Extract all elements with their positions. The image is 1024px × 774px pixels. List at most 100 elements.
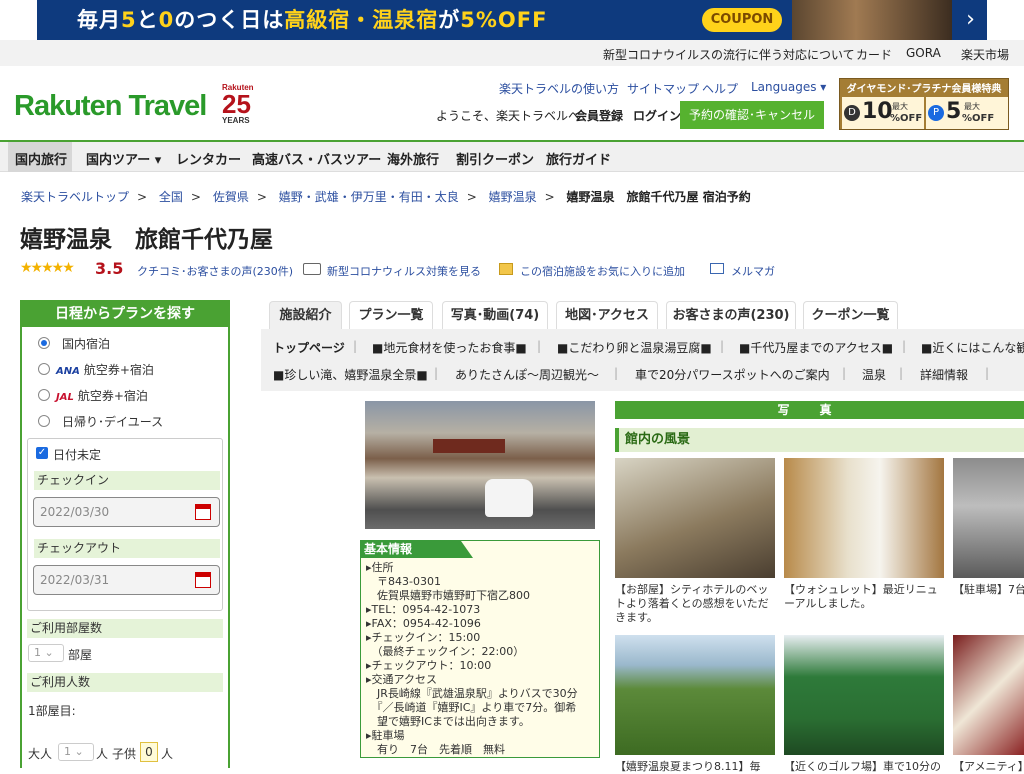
subnav-food[interactable]: ■地元食材を使ったお食事■ [372, 339, 527, 356]
subnav-top[interactable]: トップページ [273, 339, 345, 356]
banner-next-arrow-icon[interactable]: › [954, 0, 987, 40]
jal-logo: JAL [56, 392, 74, 403]
login-link[interactable]: ログイン [633, 107, 681, 124]
radio-ana[interactable] [38, 363, 50, 375]
reservation-confirm-button[interactable]: 予約の確認･キャンセル [680, 101, 824, 129]
nav-domestic[interactable]: 国内旅行 [15, 149, 67, 168]
people-label: ご利用人数 [27, 673, 223, 692]
undecided-checkbox[interactable]: ✓ [36, 447, 48, 459]
radio-jal[interactable] [38, 389, 50, 401]
diamond-icon: D [844, 105, 860, 121]
reviews-link[interactable]: クチコミ･お客さまの声(230件) [137, 263, 293, 279]
nav-coupon[interactable]: 割引クーポン [456, 149, 534, 168]
radio-dayuse-label: 日帰り･デイユース [62, 415, 164, 429]
photo-parking[interactable] [953, 458, 1024, 578]
subnav-waterfall[interactable]: ■珍しい滝、嬉野温泉全景■ [273, 366, 428, 383]
checkin-field[interactable]: 2022/03/30 [33, 497, 220, 527]
nav-bus[interactable]: 高速バス・バスツアー [252, 149, 381, 168]
child-input[interactable]: 0 [140, 742, 158, 762]
tab-photos[interactable]: 写真･動画(74) [442, 301, 548, 330]
parked-car [485, 479, 533, 517]
info-parking: 有り 7台 先着順 無料 [366, 743, 505, 756]
promo-banner[interactable]: 毎月5と0のつく日は高級宿・温泉宿が5%OFF COUPON › [0, 0, 1024, 40]
covid-icon [303, 263, 321, 275]
caption-room: 【お部屋】シティホテルのベットより落着くとの感想をいただきます。 [615, 583, 769, 624]
platinum-icon: P [928, 105, 944, 121]
calendar-icon[interactable] [195, 572, 211, 588]
caption-parking: 【駐車場】7台 [953, 583, 1024, 596]
card-link[interactable]: カード [856, 46, 892, 63]
plan-search-panel: 日程からプランを探す 国内宿泊 ANA 航空券+宿泊 JAL 航空券+宿泊 日帰り･… [20, 300, 230, 768]
mailmag-link[interactable]: メルマガ [731, 263, 775, 279]
adult-label: 大人 [28, 747, 53, 761]
subnav-sightseeing[interactable]: ■近くにはこんな観光 [921, 339, 1024, 356]
tab-reviews[interactable]: お客さまの声(230) [666, 301, 796, 330]
hotel-main-photo[interactable] [365, 401, 595, 529]
crumb-top[interactable]: 楽天トラベルトップ [21, 190, 129, 204]
rooms-label: ご利用部屋数 [27, 619, 223, 638]
ichiba-link[interactable]: 楽天市場 [961, 46, 1009, 63]
nav-guide[interactable]: 旅行ガイド [546, 149, 611, 168]
date-box: ✓ 日付未定 チェックイン 2022/03/30 チェックアウト 2022/03… [27, 438, 223, 611]
mail-icon [710, 263, 724, 274]
favorite-link[interactable]: この宿泊施設をお気に入りに追加 [520, 263, 685, 279]
gora-link[interactable]: GORA [906, 46, 941, 60]
crumb-onsen[interactable]: 嬉野温泉 [489, 190, 537, 204]
rakuten-travel-logo[interactable]: Rakuten Travel [14, 90, 207, 123]
diamond-platinum-banner[interactable]: ダイヤモンド･プラチナ会員様特典 D 10 最大 %OFF P 5 最大 %OFF [839, 78, 1009, 130]
breadcrumb: 楽天トラベルトップ > 全国 > 佐賀県 > 嬉野・武雄・伊万里・有田・太良 > 嬉野温… [21, 190, 751, 204]
covid-measures-link[interactable]: 新型コロナウィルス対策を見る [327, 263, 481, 279]
tab-access[interactable]: 地図･アクセス [556, 301, 658, 330]
undecided-label: 日付未定 [53, 448, 102, 462]
subnav-access[interactable]: ■千代乃屋までのアクセス■ [739, 339, 893, 356]
subnav-details[interactable]: 詳細情報 [920, 366, 968, 383]
radio-dayuse[interactable] [38, 415, 50, 427]
photo-golf[interactable] [784, 635, 944, 755]
checkout-field[interactable]: 2022/03/31 [33, 565, 220, 595]
adult-unit: 人 [96, 747, 109, 761]
search-panel-title: 日程からプランを探す [22, 302, 228, 327]
subnav-egg[interactable]: ■こだわり卵と温泉湯豆腐■ [557, 339, 712, 356]
subnav-onsen[interactable]: 温泉 [862, 366, 886, 383]
rooms-select[interactable]: 1 ⌄ [28, 644, 64, 662]
child-label: 子供 [112, 747, 137, 761]
adult-select[interactable]: 1 ⌄ [58, 743, 94, 761]
ana-logo: ANA [56, 366, 80, 377]
sub-nav: トップページ | ■地元食材を使ったお食事■ | ■こだわり卵と温泉湯豆腐■ |… [261, 329, 1024, 391]
subnav-powerspot[interactable]: 車で20分パワースポットへのご案内 [635, 366, 830, 383]
nav-overseas[interactable]: 海外旅行 [387, 149, 439, 168]
languages-dropdown[interactable]: Languages ▾ [751, 80, 826, 94]
anniversary-logo: Rakuten 25 YEARS [222, 83, 254, 125]
caption-toilet: 【ウォシュレット】最近リニューアルしました。 [784, 583, 938, 610]
crumb-current: 嬉野温泉 旅館千代乃屋 宿泊予約 [566, 190, 751, 204]
tab-plans[interactable]: プラン一覧 [349, 301, 433, 330]
nav-domestic-tour[interactable]: 国内ツアー ▾ [86, 149, 161, 168]
sitemap-link[interactable]: サイトマップ [627, 80, 699, 97]
howto-link[interactable]: 楽天トラベルの使い方 [499, 80, 619, 97]
page-title: 嬉野温泉 旅館千代乃屋 [20, 227, 273, 253]
photo-amenity[interactable] [953, 635, 1024, 755]
rooms-unit: 部屋 [68, 648, 93, 662]
caption-amenity: 【アメニティ】 [953, 760, 1024, 773]
platinum-offer: P 5 最大 %OFF [926, 97, 1008, 129]
help-link[interactable]: ヘルプ [702, 80, 738, 97]
photo-category-title: 館内の風景 [615, 428, 1024, 452]
hotel-sign [433, 439, 505, 453]
crumb-japan[interactable]: 全国 [159, 190, 183, 204]
photo-room[interactable] [615, 458, 775, 578]
calendar-icon[interactable] [195, 504, 211, 520]
tab-overview[interactable]: 施設紹介 [269, 301, 342, 330]
nav-rentacar[interactable]: レンタカー [176, 149, 241, 168]
photo-festival[interactable] [615, 635, 775, 755]
crumb-saga[interactable]: 佐賀県 [213, 190, 249, 204]
covid-info-link[interactable]: 新型コロナウイルスの流行に伴う対応について [603, 46, 855, 63]
tab-coupons[interactable]: クーポン一覧 [803, 301, 898, 330]
crumb-area[interactable]: 嬉野・武雄・伊万里・有田・太良 [279, 190, 459, 204]
register-link[interactable]: 会員登録 [575, 107, 623, 124]
photo-toilet[interactable] [784, 458, 944, 578]
radio-domestic[interactable] [38, 337, 50, 349]
utility-bar: 新型コロナウイルスの流行に伴う対応について カード GORA 楽天市場 [0, 40, 1024, 66]
photo-section-bar: 写真 [615, 401, 1024, 419]
subnav-arita[interactable]: ありたさんぽ〜周辺観光〜 [455, 366, 599, 383]
caption-golf: 【近くのゴルフ場】車で10分の [784, 760, 941, 773]
